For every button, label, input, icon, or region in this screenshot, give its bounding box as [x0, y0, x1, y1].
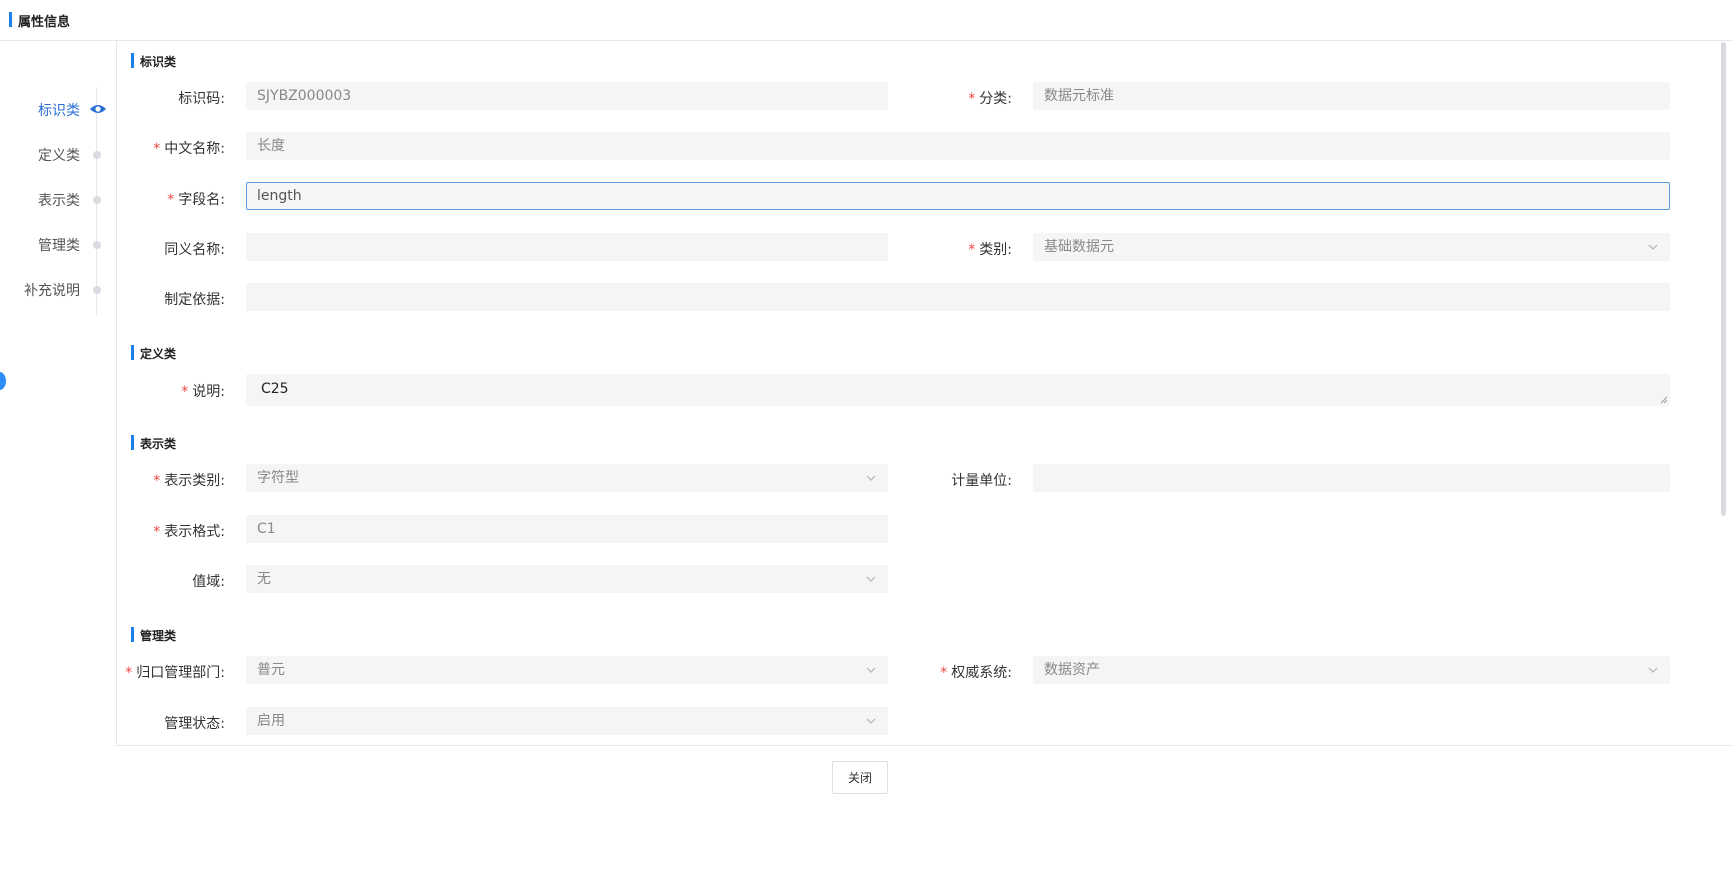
anchor-item-management[interactable]: 管理类 — [38, 235, 80, 255]
category-label: * 分类: — [968, 91, 1012, 107]
anchor-item-identification[interactable]: 标识类 — [38, 100, 80, 120]
chevron-down-icon — [866, 475, 876, 481]
authority-system-select[interactable]: 数据资产 — [1033, 656, 1670, 684]
repr-type-value: 字符型 — [257, 470, 299, 486]
chinese-name-field[interactable]: 长度 — [246, 132, 1670, 160]
synonym-label: 同义名称: — [164, 242, 225, 258]
anchor-item-definition[interactable]: 定义类 — [38, 145, 80, 165]
synonym-field[interactable] — [246, 233, 888, 261]
chevron-down-icon — [866, 576, 876, 582]
chevron-down-icon — [1648, 244, 1658, 250]
value-domain-select[interactable]: 无 — [246, 565, 888, 593]
scrollbar[interactable] — [1721, 42, 1726, 516]
category-field[interactable]: 数据元标准 — [1033, 82, 1670, 110]
department-select[interactable]: 普元 — [246, 656, 888, 684]
description-label: * 说明: — [181, 384, 225, 400]
section-title-management: 管理类 — [131, 627, 176, 644]
format-field[interactable]: C1 — [246, 515, 888, 543]
anchor-dot — [93, 241, 101, 249]
status-label: 管理状态: — [164, 716, 225, 732]
code-field[interactable]: SJYBZ000003 — [246, 82, 888, 110]
value-domain-value: 无 — [257, 571, 271, 587]
format-label: * 表示格式: — [153, 524, 225, 540]
resize-grip-icon[interactable] — [1660, 396, 1668, 404]
value-domain-label: 值域: — [192, 574, 225, 590]
description-textarea[interactable]: C25 — [246, 374, 1670, 406]
code-label: 标识码: — [178, 91, 225, 107]
status-select[interactable]: 启用 — [246, 707, 888, 735]
department-value: 普元 — [257, 662, 285, 678]
eye-icon — [90, 105, 106, 113]
header-accent-bar — [9, 12, 12, 27]
status-value: 启用 — [257, 713, 285, 729]
section-title-representation: 表示类 — [131, 435, 176, 452]
chinese-name-label: * 中文名称: — [153, 141, 225, 157]
basis-field[interactable] — [246, 283, 1670, 311]
section-title-definition: 定义类 — [131, 345, 176, 362]
anchor-nav: 标识类 定义类 表示类 管理类 补充说明 — [0, 41, 116, 746]
chevron-down-icon — [866, 718, 876, 724]
type-label: * 类别: — [968, 242, 1012, 258]
unit-field[interactable] — [1033, 464, 1670, 492]
unit-label: 计量单位: — [951, 473, 1012, 489]
chevron-down-icon — [866, 667, 876, 673]
field-name-label: * 字段名: — [167, 192, 225, 208]
chevron-down-icon — [1648, 667, 1658, 673]
close-button[interactable]: 关闭 — [832, 761, 888, 794]
anchor-dot — [93, 151, 101, 159]
basis-label: 制定依据: — [164, 292, 225, 308]
page-header: 属性信息 — [0, 0, 1733, 41]
type-select-value: 基础数据元 — [1044, 239, 1114, 255]
anchor-dot — [93, 196, 101, 204]
repr-type-select[interactable]: 字符型 — [246, 464, 888, 492]
section-title-identification: 标识类 — [131, 53, 176, 70]
page-title: 属性信息 — [18, 15, 71, 30]
field-name-input[interactable]: length — [246, 182, 1670, 210]
authority-system-value: 数据资产 — [1044, 662, 1100, 678]
type-select[interactable]: 基础数据元 — [1033, 233, 1670, 261]
department-label: * 归口管理部门: — [125, 665, 225, 681]
anchor-dot — [93, 286, 101, 294]
description-value: C25 — [261, 381, 289, 397]
authority-system-label: * 权威系统: — [940, 665, 1012, 681]
anchor-item-supplement[interactable]: 补充说明 — [24, 280, 80, 300]
repr-type-label: * 表示类别: — [153, 473, 225, 489]
anchor-item-representation[interactable]: 表示类 — [38, 190, 80, 210]
